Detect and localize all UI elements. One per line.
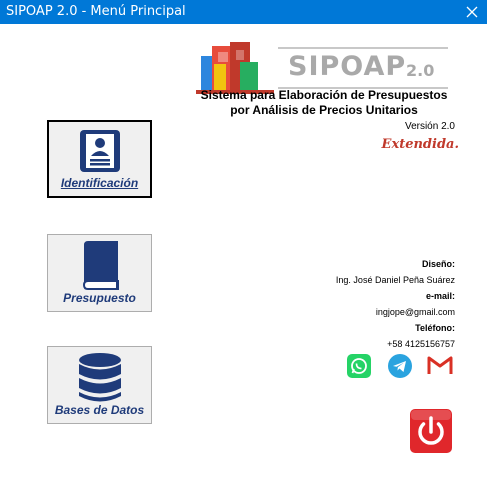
logo-name: SIPOAP <box>288 51 407 82</box>
subtitle-line-1: Sistema para Elaboración de Presupuestos <box>200 88 448 102</box>
bases-de-datos-label: Bases de Datos <box>54 403 145 417</box>
close-icon <box>466 6 478 18</box>
phone-value: +58 4125156757 <box>387 339 455 349</box>
bases-de-datos-button[interactable]: Bases de Datos <box>47 346 152 424</box>
close-button[interactable] <box>457 0 487 24</box>
book-icon <box>82 241 119 290</box>
presupuesto-button[interactable]: Presupuesto <box>47 234 152 312</box>
logo-wordmark: SIPOAP 2.0 <box>278 47 448 89</box>
identificacion-label: Identificación <box>60 176 139 190</box>
logo-version: 2.0 <box>406 61 435 80</box>
subtitle-line-2: por Análisis de Precios Unitarios <box>230 103 418 117</box>
contact-info: Diseño: Ing. José Daniel Peña Suárez e-m… <box>336 256 455 352</box>
edition-label: Extendida. <box>381 137 459 152</box>
email-value: ingjope@gmail.com <box>375 307 455 317</box>
email-label: e-mail: <box>425 291 455 301</box>
gmail-icon[interactable] <box>427 354 453 376</box>
presupuesto-label: Presupuesto <box>63 291 136 305</box>
id-card-icon <box>79 130 120 172</box>
app-subtitle: Sistema para Elaboración de Presupuestos… <box>196 88 452 118</box>
designer-name: Ing. José Daniel Peña Suárez <box>335 275 455 285</box>
power-button[interactable] <box>410 409 452 453</box>
identificacion-button[interactable]: Identificación <box>47 120 152 198</box>
main-panel: SIPOAP 2.0 Sistema para Elaboración de P… <box>0 24 487 477</box>
version-label: Versión 2.0 <box>404 121 455 132</box>
design-label: Diseño: <box>421 259 455 269</box>
window-title: SIPOAP 2.0 - Menú Principal <box>6 4 186 19</box>
telegram-icon[interactable] <box>388 354 412 378</box>
phone-label: Teléfono: <box>415 323 455 333</box>
title-bar: SIPOAP 2.0 - Menú Principal <box>0 0 487 24</box>
whatsapp-icon[interactable] <box>347 354 371 378</box>
database-icon <box>78 353 121 402</box>
